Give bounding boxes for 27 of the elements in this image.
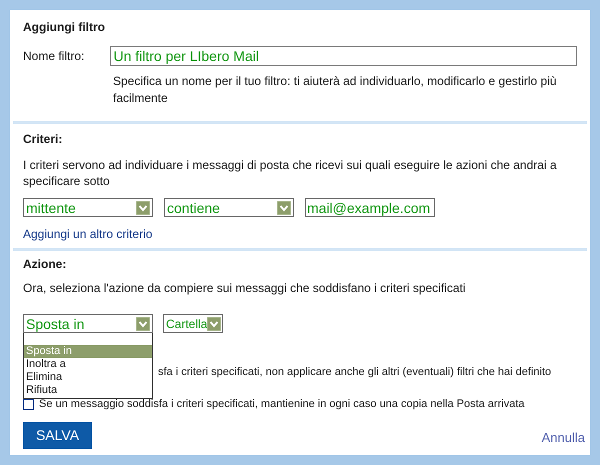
dropdown-arrow-icon [207, 316, 222, 330]
dropdown-option[interactable]: Inoltra a [24, 358, 152, 371]
dropdown-select[interactable]: mittente [23, 198, 153, 217]
dropdown-select[interactable]: contiene [164, 198, 294, 217]
filter-name-field[interactable]: Un filtro per LIbero Mail [110, 46, 577, 66]
save-button[interactable]: SALVA [23, 422, 92, 449]
dropdown-arrow-icon [136, 200, 150, 214]
checkbox[interactable] [23, 399, 34, 410]
criterion-value-field[interactable]: mail@example.com [305, 198, 435, 217]
hint-text: Specifica un nome per il tuo filtro: ti aiuterà ad individuarlo, modificarlo e gestirlo più facilmente [113, 73, 558, 107]
description-text: I criteri servono ad individuare i messaggi di posta che ricevi sui quali eseguire le azioni che andrai a specificare sotto [23, 157, 558, 189]
cancel-link[interactable]: Annulla [542, 430, 585, 445]
dropdown-arrow-icon [136, 316, 150, 330]
add-criterion-link[interactable]: Aggiungi un altro criterio [23, 227, 152, 242]
field-label: Nome filtro: [23, 48, 86, 65]
section-title: Azione: [23, 257, 68, 272]
dropdown-option[interactable]: Rifiuta [24, 384, 152, 397]
dropdown-option[interactable]: Sposta in [24, 345, 152, 358]
description-text: Ora, seleziona l'azione da compiere sui messaggi che soddisfano i criteri specificati [23, 281, 467, 296]
dropdown-option[interactable]: Elimina [24, 371, 152, 384]
option-label: sfa i criteri specificati, non applicare anche gli altri (eventuali) filtri che hai definito [158, 365, 552, 380]
dropdown-select[interactable]: Sposta in [23, 314, 153, 333]
dropdown-arrow-icon [277, 200, 291, 214]
section-title: Aggiungi filtro [23, 20, 106, 35]
option-label: Se un messaggio soddisfa i criteri specificati, mantienine in ogni caso una copia nella Posta arrivata [39, 397, 524, 412]
section-title: Criteri: [23, 132, 64, 147]
dropdown-select[interactable]: Cartella [163, 314, 223, 333]
